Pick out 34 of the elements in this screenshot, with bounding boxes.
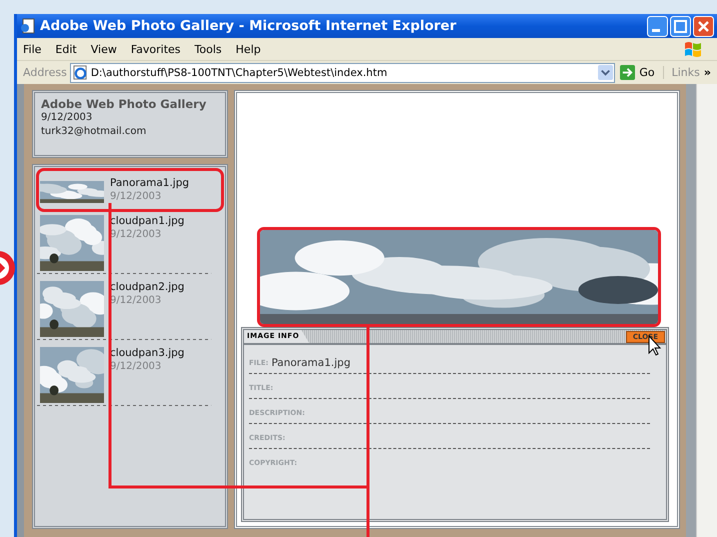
menu-item[interactable]: View <box>90 42 117 56</box>
dropdown-icon[interactable] <box>598 65 614 80</box>
menu-item[interactable]: Favorites <box>130 42 181 56</box>
file-name: Panorama1.jpg <box>110 177 190 189</box>
file-date: 9/12/2003 <box>110 295 162 306</box>
field-value: Panorama1.jpg <box>271 357 350 371</box>
ie-icon <box>72 65 88 80</box>
close-icon[interactable] <box>693 16 714 36</box>
minimize-icon[interactable] <box>647 16 668 36</box>
file-date: 9/12/2003 <box>110 191 162 202</box>
maximize-icon[interactable] <box>670 16 691 36</box>
gallery-title: Adobe Web Photo Gallery <box>41 97 208 111</box>
file-name: cloudpan2.jpg <box>110 281 184 293</box>
gallery-date: 9/12/2003 <box>41 111 94 125</box>
arrow-icon <box>0 250 16 286</box>
contact-email: turk32@hotmail.com <box>41 125 148 139</box>
windows-logo-icon <box>683 39 703 59</box>
address-field[interactable]: D:\authorstuff\PS8-100TNT\Chapter5\Webtest\index.htm <box>70 62 616 82</box>
window-title: Adobe Web Photo Gallery - Microsoft Internet Explorer <box>40 18 458 34</box>
go-arrow-icon <box>620 65 636 80</box>
address-label: Address <box>23 66 67 79</box>
scrollbar[interactable] <box>696 84 717 537</box>
menu-item[interactable]: Edit <box>55 42 77 56</box>
menu-item[interactable]: File <box>23 42 42 56</box>
page-icon <box>20 18 36 34</box>
file-date: 9/12/2003 <box>110 229 162 240</box>
file-name: cloudpan3.jpg <box>110 347 184 359</box>
file-name: cloudpan1.jpg <box>110 215 184 227</box>
go-button[interactable]: Go <box>615 65 663 80</box>
file-date: 9/12/2003 <box>110 361 162 372</box>
thumbnail-item[interactable]: Panorama1.jpg 9/12/2003 <box>36 168 224 212</box>
menu-item[interactable]: Help <box>236 42 261 56</box>
menu-item[interactable]: Tools <box>194 42 222 56</box>
more-chevron[interactable]: » <box>704 66 717 79</box>
